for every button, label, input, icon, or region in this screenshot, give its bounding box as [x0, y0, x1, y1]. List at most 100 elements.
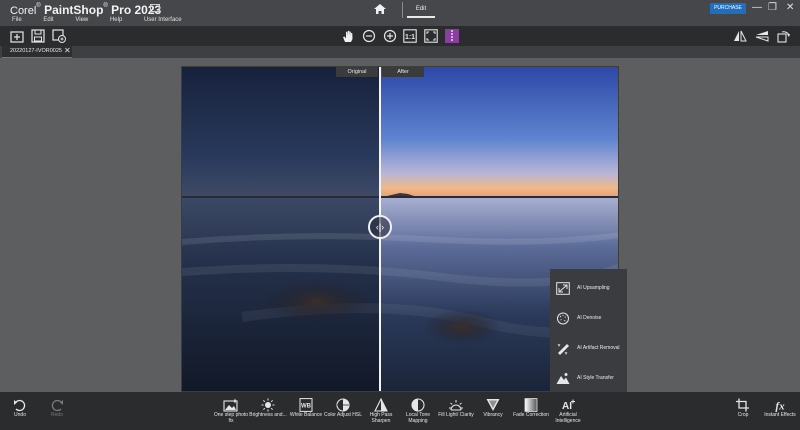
- main-toolbar: 1:1: [0, 26, 800, 46]
- menu-edit[interactable]: Edit: [43, 17, 53, 23]
- svg-text:AI: AI: [562, 401, 572, 412]
- file-tab-active-indicator: [2, 57, 72, 58]
- svg-text:fx: fx: [775, 401, 785, 413]
- menu-help[interactable]: Help: [110, 17, 122, 23]
- fill-light-clarity-label: Fill Light/ Clarity: [438, 412, 474, 418]
- vibrancy-icon: [485, 398, 501, 412]
- brand-paintshop: PaintShop: [44, 3, 104, 17]
- ai-artifact-removal-item[interactable]: AI Artifact Removal: [550, 334, 627, 362]
- svg-text:1:1: 1:1: [405, 34, 415, 41]
- purchase-button[interactable]: PURCHASE: [710, 3, 746, 14]
- file-tab-strip: 20220127-IVOR0025 ✕: [0, 46, 800, 58]
- fade-correction-label: Fade Correction: [513, 412, 549, 418]
- home-icon[interactable]: [373, 3, 387, 15]
- one-step-photo-fix-icon: [223, 398, 239, 412]
- ai-upsampling-icon: [556, 282, 570, 295]
- white-balance-label: White Balance: [289, 412, 323, 418]
- local-tone-mapping-icon: [410, 398, 426, 412]
- tool-fill-light-clarity[interactable]: Fill Light/ Clarity: [436, 392, 476, 430]
- undo-label: Undo: [14, 412, 26, 418]
- tool-color-adjust-hsl[interactable]: Color Adjust HSL: [323, 392, 363, 430]
- ai-artifact-removal-label: AI Artifact Removal: [577, 345, 620, 351]
- menu-view[interactable]: View: [75, 17, 88, 23]
- tab-edit-label: Edit: [415, 6, 427, 12]
- artificial-intelligence-label: Artificial Intelligence: [555, 412, 581, 424]
- high-pass-sharpen-icon: [373, 398, 389, 412]
- ai-style-transfer-label: AI Style Transfer: [577, 375, 614, 381]
- crop-icon: [735, 398, 751, 412]
- redo-label: Redo: [51, 412, 63, 418]
- instant-effects-button[interactable]: fx Instant Effects: [760, 392, 800, 430]
- window-mode-icon[interactable]: [150, 4, 160, 12]
- actual-size-icon[interactable]: 1:1: [403, 29, 417, 43]
- file-tab-close-icon[interactable]: ✕: [64, 46, 71, 55]
- tool-one-step-photo-fix[interactable]: One step photo fix: [211, 392, 251, 430]
- ai-denoise-label: AI Denoise: [577, 315, 602, 321]
- redo-button: Redo: [37, 392, 77, 430]
- color-adjust-hsl-label: Color Adjust HSL: [323, 412, 363, 418]
- zoom-out-icon[interactable]: [362, 29, 376, 43]
- rotate-icon[interactable]: [777, 29, 791, 43]
- fill-light-clarity-icon: [448, 398, 464, 412]
- ai-upsampling-item[interactable]: AI Upsampling: [550, 274, 627, 302]
- flip-horizontal-icon[interactable]: [733, 29, 747, 43]
- tool-vibrancy[interactable]: Vibrancy: [473, 392, 513, 430]
- crop-label: Crop: [737, 412, 749, 418]
- high-pass-sharpen-label: High Pass Sharpen: [369, 412, 393, 424]
- menu-user-interface[interactable]: User Interface: [144, 17, 182, 23]
- svg-text:WB: WB: [301, 404, 312, 410]
- tool-fade-correction[interactable]: Fade Correction: [511, 392, 551, 430]
- brightness-icon: [260, 398, 276, 412]
- ai-denoise-icon: [556, 312, 570, 325]
- redo-icon: [49, 398, 65, 412]
- brand-corel: Corel: [10, 5, 37, 17]
- one-step-photo-fix-label: One step photo fix: [213, 412, 249, 424]
- tab-active-indicator: [407, 16, 435, 18]
- adjustments-bar: Undo Redo One step photo fix Brightness …: [0, 392, 800, 430]
- fit-window-icon[interactable]: [424, 29, 438, 43]
- instant-effects-label: Instant Effects: [764, 412, 796, 418]
- label-after: After: [382, 67, 424, 77]
- compare-divider-handle[interactable]: ‹|›: [368, 215, 392, 239]
- compare-split-icon[interactable]: [445, 29, 459, 43]
- new-file-icon[interactable]: [10, 29, 24, 43]
- title-bar: Corel® PaintShop® Pro 2023 File Edit Vie…: [0, 0, 800, 26]
- ai-tools-panel: AI Upsampling AI Denoise AI Artifact Rem…: [550, 269, 627, 395]
- minimize-button[interactable]: —: [752, 2, 762, 14]
- ai-style-transfer-icon: [556, 372, 570, 385]
- undo-icon: [12, 398, 28, 412]
- label-original: Original: [336, 67, 378, 77]
- crop-button[interactable]: Crop: [723, 392, 763, 430]
- app-brand: Corel® PaintShop® Pro 2023: [10, 3, 162, 17]
- ai-denoise-item[interactable]: AI Denoise: [550, 304, 627, 332]
- color-adjust-hsl-icon: [335, 398, 351, 412]
- menu-bar: File Edit View Help User Interface: [12, 17, 182, 23]
- fade-correction-icon: [523, 398, 539, 412]
- ai-style-transfer-item[interactable]: AI Style Transfer: [550, 364, 627, 392]
- local-tone-mapping-label: Local Tone Mapping: [405, 412, 431, 424]
- tool-white-balance[interactable]: WB White Balance: [286, 392, 326, 430]
- pan-hand-icon[interactable]: [341, 29, 355, 43]
- save-icon[interactable]: [31, 29, 45, 43]
- flip-vertical-icon[interactable]: [755, 29, 769, 43]
- close-button[interactable]: ✕: [786, 2, 794, 14]
- tool-artificial-intelligence[interactable]: AI Artificial Intelligence: [548, 392, 588, 430]
- zoom-in-icon[interactable]: [383, 29, 397, 43]
- brightness-label: Brightness and...: [249, 412, 287, 418]
- tool-high-pass-sharpen[interactable]: High Pass Sharpen: [361, 392, 401, 430]
- tab-edit[interactable]: Edit: [402, 2, 440, 18]
- artificial-intelligence-icon: AI: [560, 398, 576, 412]
- white-balance-icon: WB: [298, 398, 314, 412]
- restore-button[interactable]: ❐: [768, 2, 777, 14]
- ai-upsampling-label: AI Upsampling: [577, 285, 610, 291]
- ai-artifact-removal-icon: [556, 342, 570, 355]
- vibrancy-label: Vibrancy: [483, 412, 503, 418]
- file-tab-name: 20220127-IVOR0025: [10, 48, 62, 54]
- instant-effects-icon: fx: [772, 398, 788, 413]
- undo-button[interactable]: Undo: [0, 392, 40, 430]
- tool-local-tone-mapping[interactable]: Local Tone Mapping: [398, 392, 438, 430]
- save-as-icon[interactable]: [52, 29, 66, 43]
- menu-file[interactable]: File: [12, 17, 22, 23]
- file-tab[interactable]: 20220127-IVOR0025 ✕: [2, 46, 72, 58]
- tool-brightness[interactable]: Brightness and...: [248, 392, 288, 430]
